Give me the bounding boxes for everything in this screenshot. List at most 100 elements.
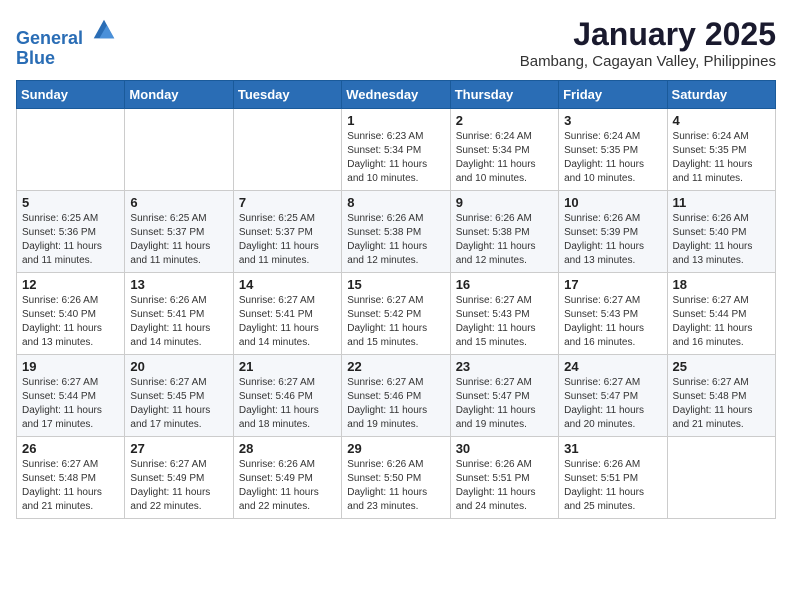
day-info: Sunrise: 6:26 AM Sunset: 5:41 PM Dayligh… [130,294,227,350]
calendar-cell [125,109,233,191]
day-info: Sunrise: 6:24 AM Sunset: 5:34 PM Dayligh… [456,130,553,186]
day-number: 6 [130,195,227,210]
calendar-cell: 22Sunrise: 6:27 AM Sunset: 5:46 PM Dayli… [342,355,450,437]
day-number: 21 [239,359,336,374]
day-info: Sunrise: 6:25 AM Sunset: 5:37 PM Dayligh… [239,212,336,268]
day-number: 7 [239,195,336,210]
calendar-cell: 12 Sunrise: 6:26 AM Sunset: 5:40 PM Dayli… [17,273,125,355]
calendar-table: SundayMondayTuesdayWednesdayThursdayFrid… [16,80,776,519]
day-info: Sunrise: 6:27 AM Sunset: 5:46 PM Dayligh… [239,376,336,432]
day-number: 30 [456,441,553,456]
calendar-cell: 28 Sunrise: 6:26 AM Sunset: 5:49 PM Dayli… [233,437,341,519]
day-info: Sunrise: 6:27 AM Sunset: 5:42 PM Dayligh… [347,294,444,350]
column-header-thursday: Thursday [450,81,558,109]
day-number: 23 [456,359,553,374]
day-info: Sunrise: 6:26 AM Sunset: 5:40 PM Dayligh… [22,294,119,350]
day-number: 17 [564,277,661,292]
day-info: Sunrise: 6:26 AM Sunset: 5:38 PM Dayligh… [347,212,444,268]
calendar-cell: 7 Sunrise: 6:25 AM Sunset: 5:37 PM Daylig… [233,191,341,273]
day-number: 18 [673,277,770,292]
calendar-cell [17,109,125,191]
calendar-week-row: 19Sunrise: 6:27 AM Sunset: 5:44 PM Dayli… [17,355,776,437]
logo-general: General [16,28,83,48]
day-number: 1 [347,113,444,128]
day-info: Sunrise: 6:27 AM Sunset: 5:43 PM Dayligh… [564,294,661,350]
calendar-cell: 24 Sunrise: 6:27 AM Sunset: 5:47 PM Dayli… [559,355,667,437]
day-info: Sunrise: 6:27 AM Sunset: 5:44 PM Dayligh… [22,376,119,432]
day-number: 29 [347,441,444,456]
day-info: Sunrise: 6:27 AM Sunset: 5:49 PM Dayligh… [130,458,227,514]
logo: General Blue [16,16,118,69]
day-info: Sunrise: 6:25 AM Sunset: 5:36 PM Dayligh… [22,212,119,268]
calendar-cell: 5 Sunrise: 6:25 AM Sunset: 5:36 PM Daylig… [17,191,125,273]
calendar-cell [233,109,341,191]
calendar-cell [667,437,775,519]
logo-blue: Blue [16,48,55,68]
calendar-cell: 20 Sunrise: 6:27 AM Sunset: 5:45 PM Dayli… [125,355,233,437]
calendar-cell: 9 Sunrise: 6:26 AM Sunset: 5:38 PM Daylig… [450,191,558,273]
day-number: 4 [673,113,770,128]
day-number: 24 [564,359,661,374]
day-info: Sunrise: 6:26 AM Sunset: 5:39 PM Dayligh… [564,212,661,268]
calendar-cell: 4 Sunrise: 6:24 AM Sunset: 5:35 PM Daylig… [667,109,775,191]
day-number: 26 [22,441,119,456]
calendar-cell: 15Sunrise: 6:27 AM Sunset: 5:42 PM Dayli… [342,273,450,355]
day-number: 10 [564,195,661,210]
calendar-cell: 19Sunrise: 6:27 AM Sunset: 5:44 PM Dayli… [17,355,125,437]
column-header-monday: Monday [125,81,233,109]
column-header-wednesday: Wednesday [342,81,450,109]
day-info: Sunrise: 6:27 AM Sunset: 5:47 PM Dayligh… [456,376,553,432]
calendar-cell: 29Sunrise: 6:26 AM Sunset: 5:50 PM Dayli… [342,437,450,519]
day-info: Sunrise: 6:27 AM Sunset: 5:47 PM Dayligh… [564,376,661,432]
location-subtitle: Bambang, Cagayan Valley, Philippines [520,53,776,70]
day-number: 2 [456,113,553,128]
day-info: Sunrise: 6:26 AM Sunset: 5:40 PM Dayligh… [673,212,770,268]
day-number: 28 [239,441,336,456]
day-info: Sunrise: 6:25 AM Sunset: 5:37 PM Dayligh… [130,212,227,268]
day-info: Sunrise: 6:27 AM Sunset: 5:48 PM Dayligh… [673,376,770,432]
day-number: 5 [22,195,119,210]
calendar-cell: 30 Sunrise: 6:26 AM Sunset: 5:51 PM Dayli… [450,437,558,519]
calendar-cell: 3Sunrise: 6:24 AM Sunset: 5:35 PM Daylig… [559,109,667,191]
calendar-header-row: SundayMondayTuesdayWednesdayThursdayFrid… [17,81,776,109]
day-number: 31 [564,441,661,456]
logo-icon [90,16,118,44]
day-info: Sunrise: 6:26 AM Sunset: 5:49 PM Dayligh… [239,458,336,514]
calendar-cell: 18Sunrise: 6:27 AM Sunset: 5:44 PM Dayli… [667,273,775,355]
day-number: 9 [456,195,553,210]
day-info: Sunrise: 6:24 AM Sunset: 5:35 PM Dayligh… [564,130,661,186]
calendar-week-row: 5 Sunrise: 6:25 AM Sunset: 5:36 PM Daylig… [17,191,776,273]
calendar-week-row: 26Sunrise: 6:27 AM Sunset: 5:48 PM Dayli… [17,437,776,519]
calendar-cell: 2 Sunrise: 6:24 AM Sunset: 5:34 PM Daylig… [450,109,558,191]
calendar-cell: 27Sunrise: 6:27 AM Sunset: 5:49 PM Dayli… [125,437,233,519]
calendar-cell: 1Sunrise: 6:23 AM Sunset: 5:34 PM Daylig… [342,109,450,191]
day-info: Sunrise: 6:27 AM Sunset: 5:43 PM Dayligh… [456,294,553,350]
calendar-cell: 6 Sunrise: 6:25 AM Sunset: 5:37 PM Daylig… [125,191,233,273]
calendar-cell: 26Sunrise: 6:27 AM Sunset: 5:48 PM Dayli… [17,437,125,519]
day-info: Sunrise: 6:24 AM Sunset: 5:35 PM Dayligh… [673,130,770,186]
calendar-cell: 8 Sunrise: 6:26 AM Sunset: 5:38 PM Daylig… [342,191,450,273]
calendar-cell: 16 Sunrise: 6:27 AM Sunset: 5:43 PM Dayli… [450,273,558,355]
day-number: 14 [239,277,336,292]
page-header: General Blue January 2025 Bambang, Cagay… [16,16,776,70]
column-header-tuesday: Tuesday [233,81,341,109]
day-info: Sunrise: 6:27 AM Sunset: 5:41 PM Dayligh… [239,294,336,350]
day-number: 16 [456,277,553,292]
calendar-cell: 17 Sunrise: 6:27 AM Sunset: 5:43 PM Dayli… [559,273,667,355]
calendar-cell: 21 Sunrise: 6:27 AM Sunset: 5:46 PM Dayli… [233,355,341,437]
day-info: Sunrise: 6:27 AM Sunset: 5:45 PM Dayligh… [130,376,227,432]
calendar-week-row: 12 Sunrise: 6:26 AM Sunset: 5:40 PM Dayli… [17,273,776,355]
day-number: 12 [22,277,119,292]
day-number: 11 [673,195,770,210]
column-header-sunday: Sunday [17,81,125,109]
day-number: 8 [347,195,444,210]
calendar-week-row: 1Sunrise: 6:23 AM Sunset: 5:34 PM Daylig… [17,109,776,191]
day-info: Sunrise: 6:26 AM Sunset: 5:51 PM Dayligh… [456,458,553,514]
column-header-friday: Friday [559,81,667,109]
calendar-cell: 25 Sunrise: 6:27 AM Sunset: 5:48 PM Dayli… [667,355,775,437]
day-number: 25 [673,359,770,374]
day-number: 20 [130,359,227,374]
calendar-cell: 23 Sunrise: 6:27 AM Sunset: 5:47 PM Dayli… [450,355,558,437]
day-info: Sunrise: 6:27 AM Sunset: 5:46 PM Dayligh… [347,376,444,432]
day-info: Sunrise: 6:26 AM Sunset: 5:38 PM Dayligh… [456,212,553,268]
